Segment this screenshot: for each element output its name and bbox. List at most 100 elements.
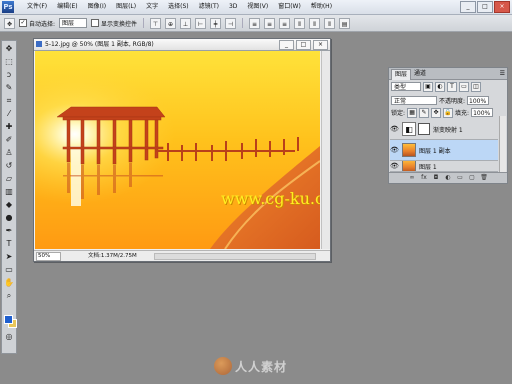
history-brush-icon[interactable]: ↺ [3, 160, 15, 171]
hand-icon[interactable]: ✋ [3, 277, 15, 288]
align-bottom-icon[interactable]: ⊥ [180, 17, 192, 29]
dodge-icon[interactable]: ● [3, 212, 15, 223]
menu-edit[interactable]: 编辑(E) [52, 0, 82, 14]
document-tab[interactable]: 5-12.jpg @ 50% (图层 1 副本, RGB/8) _ □ × [34, 39, 330, 51]
gradient-icon[interactable]: ▥ [3, 186, 15, 197]
shape-icon[interactable]: ▭ [3, 264, 15, 275]
distribute-right-icon[interactable]: ⦀ [324, 17, 336, 29]
maximize-button[interactable]: □ [477, 1, 493, 13]
menu-window[interactable]: 窗口(W) [273, 0, 306, 14]
lock-pixels-icon[interactable]: ✎ [419, 107, 430, 118]
pen-icon[interactable]: ✒ [3, 225, 15, 236]
align-top-icon[interactable]: ⊤ [150, 17, 162, 29]
visibility-eye-icon[interactable]: 👁 [390, 125, 399, 133]
distribute-top-icon[interactable]: ≡ [249, 17, 261, 29]
horizontal-scrollbar[interactable] [154, 253, 316, 260]
align-hcenter-icon[interactable]: ╪ [210, 17, 222, 29]
path-select-icon[interactable]: ➤ [3, 251, 15, 262]
doc-maximize-button[interactable]: □ [296, 40, 311, 50]
eraser-icon[interactable]: ▱ [3, 173, 15, 184]
add-mask-icon[interactable]: ◘ [432, 174, 440, 182]
doc-minimize-button[interactable]: _ [279, 40, 294, 50]
marquee-icon[interactable]: ⬚ [3, 56, 15, 67]
minimize-button[interactable]: _ [460, 1, 476, 13]
delete-layer-icon[interactable]: 🗑 [480, 174, 488, 182]
visibility-eye-icon[interactable]: 👁 [390, 146, 399, 154]
align-vcenter-icon[interactable]: ⊕ [165, 17, 177, 29]
align-left-icon[interactable]: ⊢ [195, 17, 207, 29]
crop-icon[interactable]: ⌗ [3, 95, 15, 106]
new-adjustment-icon[interactable]: ◐ [444, 174, 452, 182]
menu-help[interactable]: 帮助(H) [306, 0, 337, 14]
document-size-info[interactable]: 文档:1.37M/2.75M [88, 251, 137, 261]
image-canvas[interactable]: www.cg-ku.com [35, 51, 320, 249]
checkbox-icon[interactable]: ✓ [19, 19, 27, 27]
filter-pixel-icon[interactable]: ▣ [423, 81, 433, 92]
tab-layers[interactable]: 图层 [391, 69, 412, 80]
layer-mask-thumbnail[interactable] [418, 123, 430, 135]
menu-layer[interactable]: 图层(L) [111, 0, 141, 14]
layer-style-icon[interactable]: fx [420, 174, 428, 182]
quick-mask-icon[interactable]: ◎ [3, 331, 15, 342]
menu-select[interactable]: 选择(S) [163, 0, 194, 14]
divider [143, 18, 145, 28]
healing-icon[interactable]: ✚ [3, 121, 15, 132]
distribute-vcenter-icon[interactable]: ≡ [264, 17, 276, 29]
distribute-bottom-icon[interactable]: ≡ [279, 17, 291, 29]
filter-smart-icon[interactable]: ◫ [471, 81, 481, 92]
kind-filter-dropdown[interactable]: 类型 [391, 82, 421, 91]
menu-file[interactable]: 文件(F) [22, 0, 52, 14]
vertical-scrollbar[interactable] [321, 51, 330, 249]
blur-icon[interactable]: ◆ [3, 199, 15, 210]
auto-align-icon[interactable]: ▤ [339, 17, 351, 29]
opacity-field[interactable]: 100% [467, 96, 490, 105]
menu-type[interactable]: 文字 [141, 0, 163, 14]
filter-shape-icon[interactable]: ▭ [459, 81, 469, 92]
menu-image[interactable]: 图像(I) [83, 0, 111, 14]
menu-3d[interactable]: 3D [224, 0, 242, 14]
lasso-icon[interactable]: ↄ [3, 69, 15, 80]
auto-select-checkbox[interactable]: ✓ 自动选择: [19, 19, 55, 28]
clone-stamp-icon[interactable]: ♙ [3, 147, 15, 158]
type-icon[interactable]: T [3, 238, 15, 249]
distribute-hcenter-icon[interactable]: ⦀ [309, 17, 321, 29]
filter-type-icon[interactable]: T [447, 81, 457, 92]
align-right-icon[interactable]: ⊣ [225, 17, 237, 29]
close-button[interactable]: × [494, 1, 510, 13]
move-tool-preset-icon[interactable]: ✥ [4, 17, 15, 29]
new-group-icon[interactable]: ▭ [456, 174, 464, 182]
layer-thumbnail [402, 161, 416, 171]
layers-scrollbar[interactable] [499, 116, 506, 172]
zoom-icon[interactable]: ⌕ [3, 290, 15, 301]
document-window: 5-12.jpg @ 50% (图层 1 副本, RGB/8) _ □ × ww… [33, 38, 331, 262]
move-icon[interactable]: ✥ [3, 43, 15, 54]
blend-mode-dropdown[interactable]: 正常 [391, 96, 437, 105]
eyedropper-icon[interactable]: ⁄ [3, 108, 15, 119]
show-transform-checkbox[interactable]: 显示变换控件 [91, 19, 137, 28]
lock-fill-row: 锁定: ▦ ✎ ✥ 🔒 填充: 100% [391, 107, 503, 118]
visibility-eye-icon[interactable]: 👁 [390, 162, 399, 170]
lock-position-icon[interactable]: ✥ [431, 107, 442, 118]
checkbox-icon[interactable] [91, 19, 100, 27]
fill-field[interactable]: 100% [471, 108, 494, 117]
layer-row[interactable]: 👁 ◧ 渐变映射 1 [390, 119, 498, 140]
layer-row[interactable]: 👁 图层 1 [390, 161, 498, 172]
lock-all-icon[interactable]: 🔒 [443, 107, 454, 118]
brush-icon[interactable]: ✐ [3, 134, 15, 145]
link-layers-icon[interactable]: ∞ [408, 174, 416, 182]
doc-close-button[interactable]: × [313, 40, 328, 50]
tab-channels[interactable]: 通道 [411, 69, 429, 79]
layer-row-selected[interactable]: 👁 图层 1 副本 [390, 140, 498, 161]
panel-menu-icon[interactable]: ☰ [500, 69, 505, 78]
new-layer-icon[interactable]: ▢ [468, 174, 476, 182]
lock-transparent-icon[interactable]: ▦ [407, 107, 418, 118]
foreground-color-swatch[interactable] [4, 315, 13, 324]
filter-adjust-icon[interactable]: ◐ [435, 81, 445, 92]
auto-select-dropdown[interactable]: 图层 [59, 18, 88, 28]
zoom-field[interactable]: 50% [36, 252, 61, 261]
quick-select-icon[interactable]: ✎ [3, 82, 15, 93]
menu-view[interactable]: 视图(V) [242, 0, 273, 14]
options-bar: ✥ ✓ 自动选择: 图层 显示变换控件 ⊤ ⊕ ⊥ ⊢ ╪ ⊣ ≡ ≡ ≡ ⦀ … [0, 15, 512, 32]
distribute-left-icon[interactable]: ⦀ [294, 17, 306, 29]
menu-filter[interactable]: 滤镜(T) [194, 0, 224, 14]
